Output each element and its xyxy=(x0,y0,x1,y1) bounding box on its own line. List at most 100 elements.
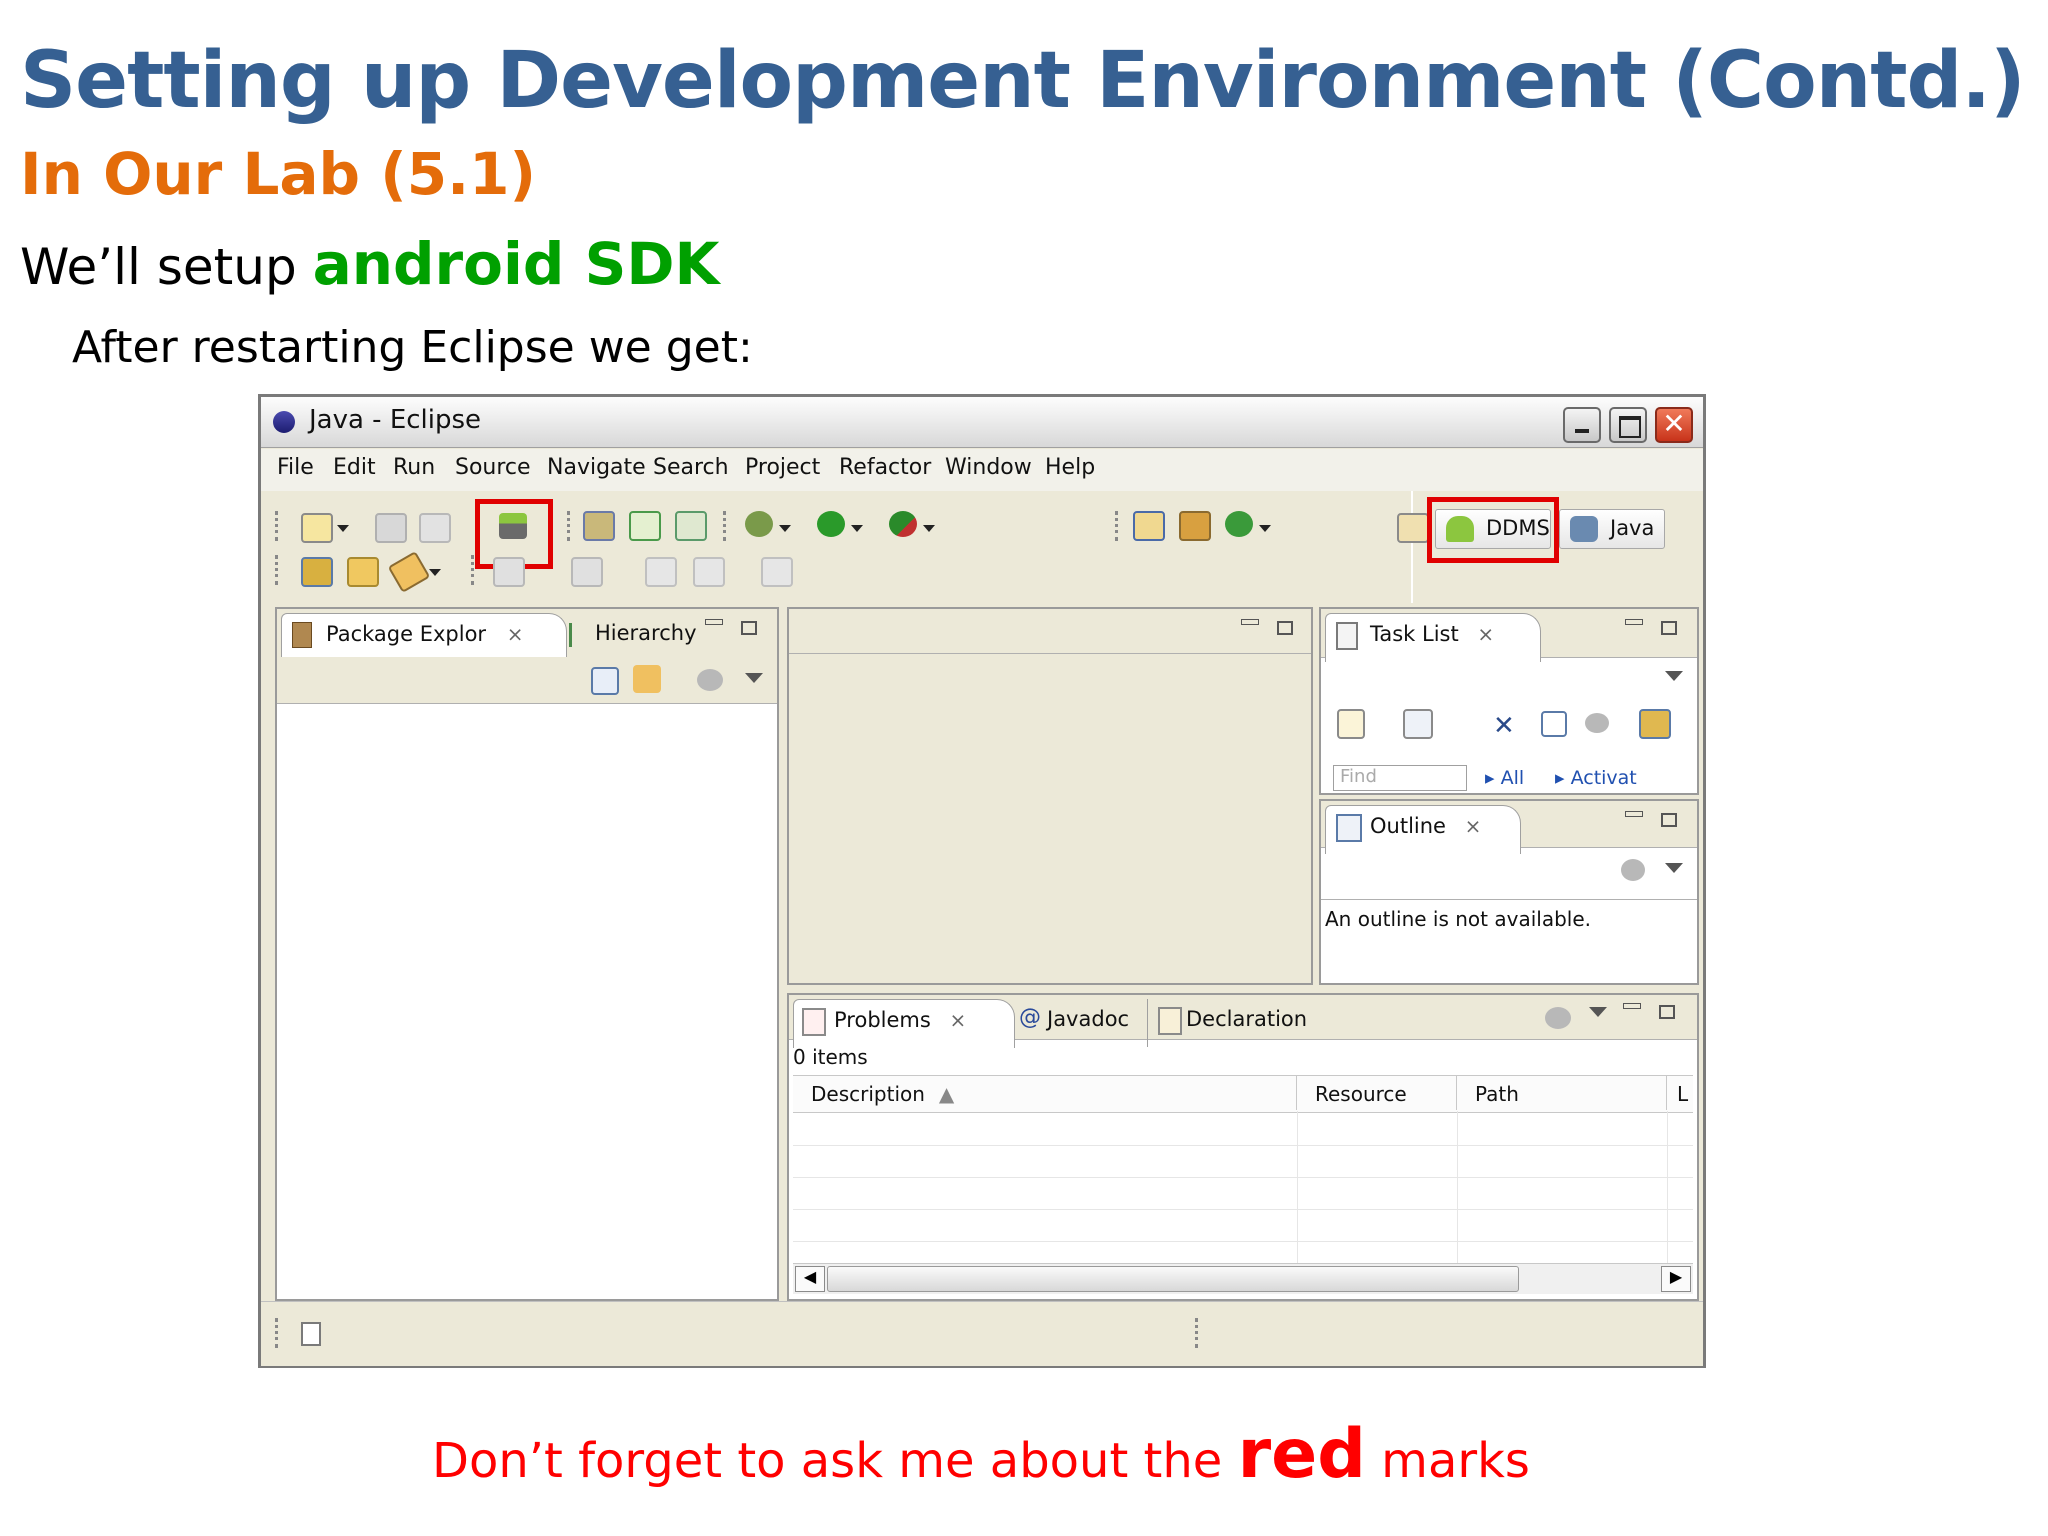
last-edit-icon[interactable] xyxy=(645,557,677,587)
menu-project[interactable]: Project xyxy=(745,455,820,480)
tab-javadoc[interactable]: @ Javadoc xyxy=(1011,999,1129,1047)
java-perspective-icon xyxy=(1570,516,1598,542)
menu-help[interactable]: Help xyxy=(1045,455,1095,480)
minimize-view-icon[interactable] xyxy=(705,619,723,625)
maximize-editor-icon[interactable] xyxy=(1277,621,1293,635)
run-dropdown-icon[interactable] xyxy=(851,525,863,532)
perspective-curve xyxy=(1261,491,1413,603)
column-location[interactable]: L xyxy=(1667,1076,1693,1110)
toolbar-grip xyxy=(471,555,478,585)
minimize-view-icon[interactable] xyxy=(1623,1003,1641,1009)
new-junit-icon[interactable] xyxy=(629,511,661,541)
menu-search[interactable]: Search xyxy=(653,455,729,480)
android-sdk-manager-icon[interactable] xyxy=(499,513,527,539)
search-icon[interactable] xyxy=(1225,511,1253,537)
menu-run[interactable]: Run xyxy=(393,455,435,480)
delete-completed-icon[interactable]: ✕ xyxy=(1493,711,1515,741)
column-resource[interactable]: Resource xyxy=(1297,1076,1457,1110)
maximize-button[interactable] xyxy=(1609,407,1647,443)
fast-view-icon[interactable] xyxy=(301,1322,321,1346)
previous-annotation-icon[interactable] xyxy=(571,557,603,587)
menu-file[interactable]: File xyxy=(277,455,314,480)
next-annotation-icon[interactable] xyxy=(493,557,525,587)
setup-line-highlight: android SDK xyxy=(312,230,720,298)
close-tab-icon[interactable]: ⨯ xyxy=(1465,814,1482,838)
new-java-project-icon[interactable] xyxy=(583,511,615,541)
pen-icon[interactable] xyxy=(387,551,431,593)
forward-icon[interactable] xyxy=(761,557,793,587)
focus-icon[interactable] xyxy=(1621,859,1645,881)
scrollbar-thumb[interactable] xyxy=(827,1266,1519,1292)
open-project-icon[interactable] xyxy=(301,557,333,587)
view-menu-icon[interactable] xyxy=(1665,671,1683,681)
outline-divider xyxy=(1321,899,1697,900)
maximize-view-icon[interactable] xyxy=(1659,1005,1675,1019)
synchronize-icon[interactable] xyxy=(1639,709,1671,739)
menu-refactor[interactable]: Refactor xyxy=(839,455,931,480)
column-path[interactable]: Path xyxy=(1457,1076,1667,1110)
tab-hierarchy[interactable]: Hierarchy xyxy=(563,613,697,661)
close-tab-icon[interactable]: ⨯ xyxy=(1477,622,1494,646)
maximize-view-icon[interactable] xyxy=(1661,621,1677,635)
new-wizard-icon[interactable] xyxy=(301,513,333,543)
open-task-icon[interactable] xyxy=(1179,511,1211,541)
view-menu-icon[interactable] xyxy=(1665,863,1683,873)
external-tools-icon[interactable] xyxy=(889,511,917,537)
horizontal-scrollbar[interactable]: ◀ ▶ xyxy=(793,1263,1693,1294)
minimize-editor-icon[interactable] xyxy=(1241,619,1259,625)
focus-icon[interactable] xyxy=(1585,713,1609,733)
menu-edit[interactable]: Edit xyxy=(333,455,376,480)
run-icon[interactable] xyxy=(817,511,845,537)
view-menu-icon[interactable] xyxy=(697,669,723,691)
debug-icon[interactable] xyxy=(745,511,773,537)
sort-ascending-icon: ▲ xyxy=(938,1082,955,1106)
link-with-editor-icon[interactable] xyxy=(633,665,661,693)
close-button[interactable]: ✕ xyxy=(1655,407,1693,443)
scroll-left-icon[interactable]: ◀ xyxy=(795,1266,825,1292)
categorize-icon[interactable] xyxy=(1403,709,1433,739)
minimize-view-icon[interactable] xyxy=(1625,811,1643,817)
close-tab-icon[interactable]: ⨯ xyxy=(507,622,524,646)
activate-link[interactable]: ▸ Activat xyxy=(1555,767,1637,789)
tab-task-list[interactable]: Task List ⨯ xyxy=(1325,613,1541,662)
column-description[interactable]: Description ▲ xyxy=(793,1076,1297,1110)
view-dropdown-icon[interactable] xyxy=(745,673,763,683)
tab-outline[interactable]: Outline ⨯ xyxy=(1325,805,1521,854)
problems-pane: Problems ⨯ @ Javadoc Declaration 0 items… xyxy=(787,993,1699,1301)
find-input[interactable]: Find xyxy=(1333,765,1467,791)
menu-navigate[interactable]: Navigate xyxy=(547,455,646,480)
collapse-all-icon[interactable] xyxy=(591,667,619,695)
all-link[interactable]: ▸ All xyxy=(1485,767,1524,789)
scroll-right-icon[interactable]: ▶ xyxy=(1661,1266,1691,1292)
new-task-icon[interactable] xyxy=(1337,709,1365,739)
view-menu-icon[interactable] xyxy=(1589,1007,1607,1017)
maximize-view-icon[interactable] xyxy=(1661,813,1677,827)
minimize-button[interactable] xyxy=(1563,407,1601,443)
back-icon[interactable] xyxy=(693,557,725,587)
pen-dropdown-icon[interactable] xyxy=(429,569,441,576)
tab-problems[interactable]: Problems ⨯ xyxy=(793,999,1015,1048)
print-icon[interactable] xyxy=(419,513,451,543)
minimize-view-icon[interactable] xyxy=(1625,619,1643,625)
ddms-perspective-button[interactable]: DDMS xyxy=(1435,509,1551,549)
open-type-icon[interactable] xyxy=(1133,511,1165,541)
open-folder-icon[interactable] xyxy=(347,557,379,587)
save-icon[interactable] xyxy=(375,513,407,543)
problems-header: Problems ⨯ @ Javadoc Declaration xyxy=(789,995,1697,1048)
tab-declaration[interactable]: Declaration xyxy=(1147,999,1307,1047)
external-tools-dropdown-icon[interactable] xyxy=(923,525,935,532)
status-grip xyxy=(275,1318,282,1348)
tab-package-explorer[interactable]: Package Explor ⨯ xyxy=(281,613,567,662)
maximize-view-icon[interactable] xyxy=(741,621,757,635)
debug-dropdown-icon[interactable] xyxy=(779,525,791,532)
java-perspective-button[interactable]: Java xyxy=(1559,509,1665,549)
menu-window[interactable]: Window xyxy=(945,455,1032,480)
open-perspective-icon[interactable] xyxy=(1397,513,1429,543)
focus-icon[interactable] xyxy=(1545,1007,1571,1029)
menu-source[interactable]: Source xyxy=(455,455,531,480)
close-tab-icon[interactable]: ⨯ xyxy=(949,1008,966,1032)
new-android-test-icon[interactable] xyxy=(675,511,707,541)
new-dropdown-icon[interactable] xyxy=(337,525,349,532)
menu-bar: File Edit Run Source Navigate Search Pro… xyxy=(261,449,1703,492)
collapse-all-icon[interactable] xyxy=(1541,711,1567,737)
